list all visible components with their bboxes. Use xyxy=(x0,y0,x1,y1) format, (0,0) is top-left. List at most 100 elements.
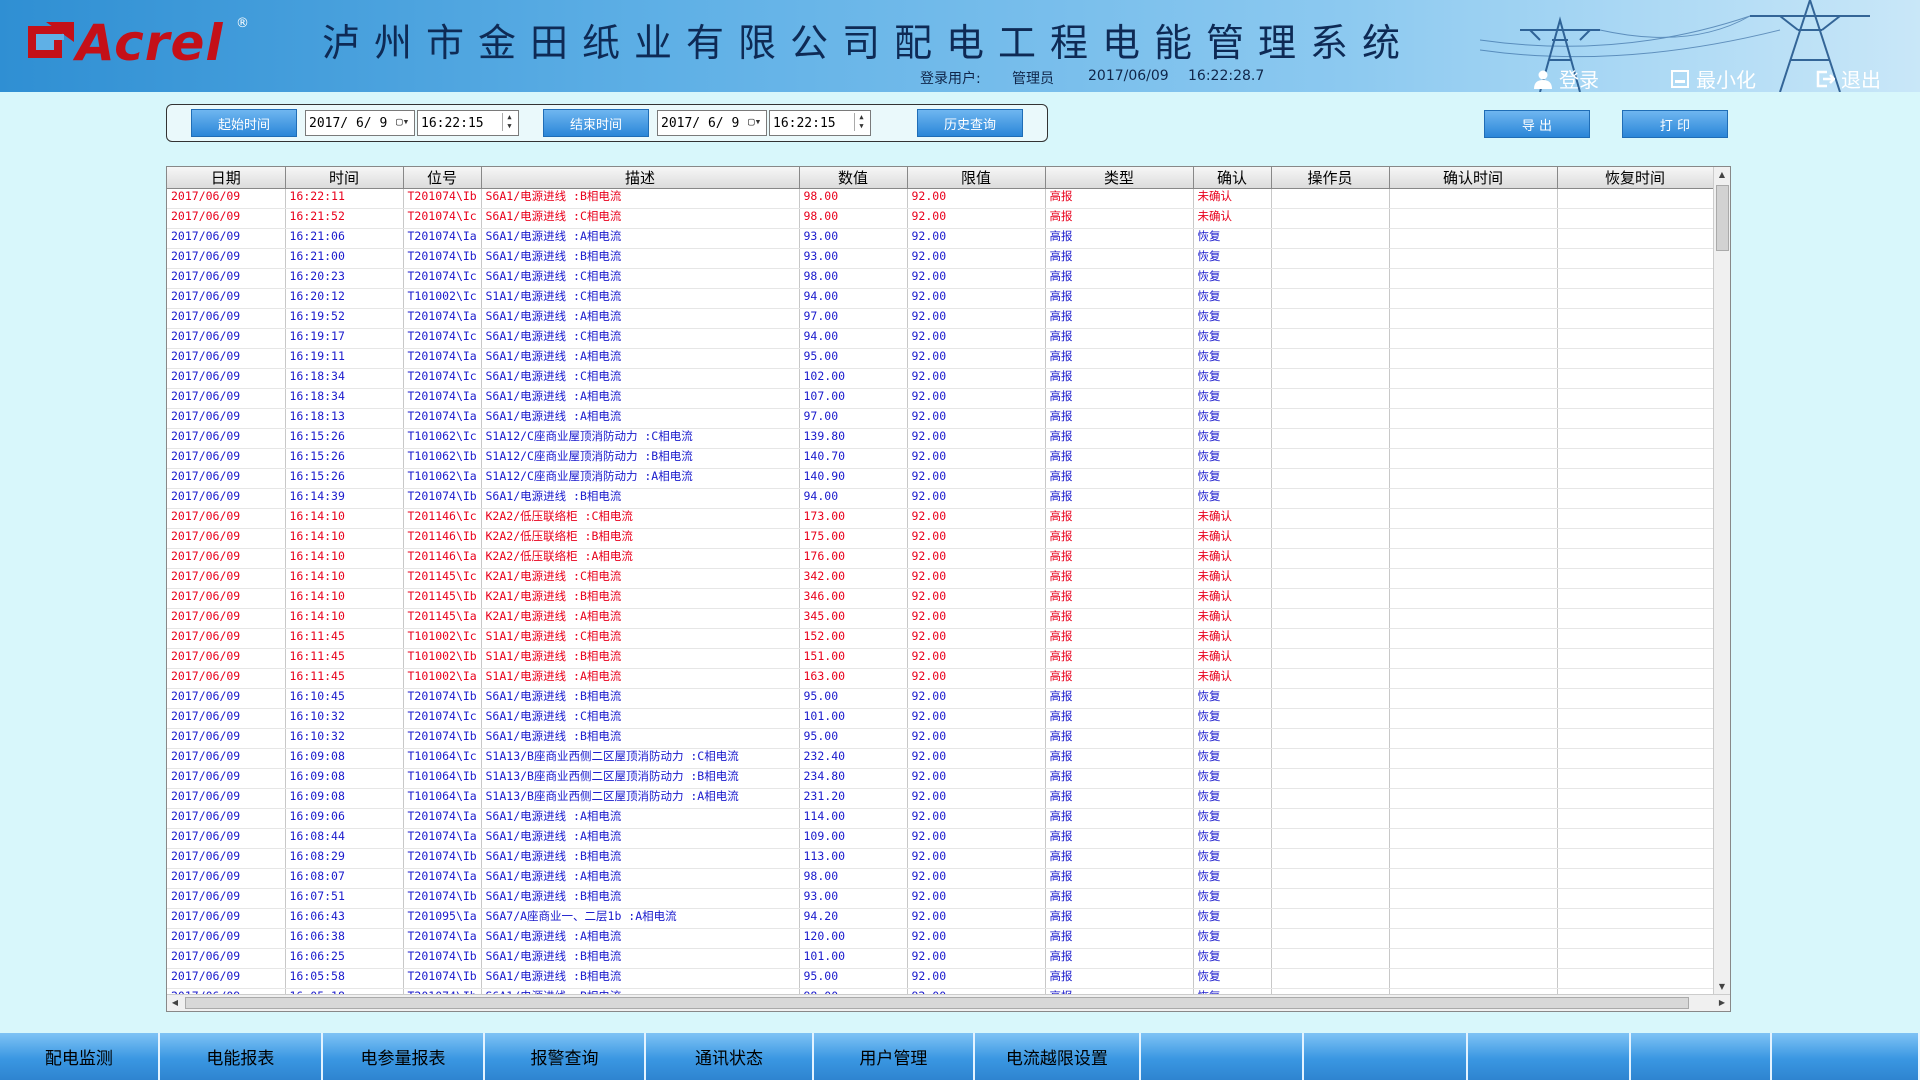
table-row[interactable]: 2017/06/09 16:14:10 T201146\Ib K2A2/低压联络柜 :… xyxy=(167,528,1714,549)
table-row[interactable]: 2017/06/09 16:06:43 T201095\Ia S6A7/A座商业一、二… xyxy=(167,908,1714,929)
table-row[interactable]: 2017/06/09 16:11:45 T101002\Ic S1A1/电源进线 :C… xyxy=(167,628,1714,649)
scroll-down-icon[interactable]: ▼ xyxy=(1714,979,1730,995)
table-row[interactable]: 2017/06/09 16:19:17 T201074\Ic S6A1/电源进线 :C… xyxy=(167,328,1714,349)
scroll-left-icon[interactable]: ◀ xyxy=(167,995,183,1011)
export-button[interactable]: 导 出 xyxy=(1484,110,1590,138)
table-row[interactable]: 2017/06/09 16:14:10 T201145\Ib K2A1/电源进线 :B… xyxy=(167,588,1714,609)
table-row[interactable]: 2017/06/09 16:20:12 T101002\Ic S1A1/电源进线 :C… xyxy=(167,288,1714,309)
start-time-button[interactable]: 起始时间 xyxy=(191,109,297,137)
column-header[interactable]: 时间 xyxy=(285,167,404,189)
table-row[interactable]: 2017/06/09 16:08:29 T201074\Ib S6A1/电源进线 :B… xyxy=(167,848,1714,869)
table-row[interactable]: 2017/06/09 16:10:32 T201074\Ib S6A1/电源进线 :B… xyxy=(167,728,1714,749)
table-row[interactable]: 2017/06/09 16:14:39 T201074\Ib S6A1/电源进线 :B… xyxy=(167,488,1714,509)
exit-button[interactable]: 退出 xyxy=(1815,64,1881,92)
table-row[interactable]: 2017/06/09 16:11:45 T101002\Ia S1A1/电源进线 :A… xyxy=(167,668,1714,689)
nav-item[interactable]: 电流越限设置 xyxy=(975,1033,1141,1080)
nav-item[interactable]: 电能报表 xyxy=(160,1033,324,1080)
column-header[interactable]: 恢复时间 xyxy=(1557,167,1714,189)
login-user-label: 登录用户: xyxy=(920,71,981,87)
table-row[interactable]: 2017/06/09 16:19:11 T201074\Ia S6A1/电源进线 :A… xyxy=(167,348,1714,369)
nav-item[interactable] xyxy=(1772,1033,1920,1080)
column-header[interactable]: 日期 xyxy=(167,167,286,189)
nav-item[interactable] xyxy=(1304,1033,1468,1080)
table-cell xyxy=(1389,368,1558,389)
table-cell: 2017/06/09 xyxy=(167,508,286,529)
nav-item[interactable]: 报警查询 xyxy=(485,1033,647,1080)
table-cell: S6A1/电源进线 :A相电流 xyxy=(481,228,800,249)
print-button[interactable]: 打 印 xyxy=(1622,110,1728,138)
nav-item[interactable]: 配电监测 xyxy=(0,1033,160,1080)
table-row[interactable]: 2017/06/09 16:21:52 T201074\Ic S6A1/电源进线 :C… xyxy=(167,208,1714,229)
nav-item[interactable]: 电参量报表 xyxy=(323,1033,485,1080)
table-row[interactable]: 2017/06/09 16:18:34 T201074\Ic S6A1/电源进线 :C… xyxy=(167,368,1714,389)
nav-item[interactable] xyxy=(1468,1033,1632,1080)
table-row[interactable]: 2017/06/09 16:08:44 T201074\Ia S6A1/电源进线 :A… xyxy=(167,828,1714,849)
table-row[interactable]: 2017/06/09 16:15:26 T101062\Ib S1A12/C座商业屋顶… xyxy=(167,448,1714,469)
nav-item[interactable] xyxy=(1631,1033,1772,1080)
table-row[interactable]: 2017/06/09 16:18:13 T201074\Ia S6A1/电源进线 :A… xyxy=(167,408,1714,429)
end-date-picker[interactable]: 2017/ 6/ 9 ▢▾ xyxy=(657,110,767,136)
column-header[interactable]: 位号 xyxy=(403,167,482,189)
scroll-up-icon[interactable]: ▲ xyxy=(1714,167,1730,183)
nav-item[interactable]: 通讯状态 xyxy=(646,1033,814,1080)
table-row[interactable]: 2017/06/09 16:09:08 T101064\Ib S1A13/B座商业西侧… xyxy=(167,768,1714,789)
table-cell: 98.00 xyxy=(799,868,908,889)
nav-item[interactable] xyxy=(1141,1033,1305,1080)
vertical-scroll-thumb[interactable] xyxy=(1716,185,1729,251)
table-row[interactable]: 2017/06/09 16:21:00 T201074\Ib S6A1/电源进线 :B… xyxy=(167,248,1714,269)
column-header[interactable]: 描述 xyxy=(481,167,800,189)
logo-registered-mark: ® xyxy=(236,16,249,31)
end-time-spinner[interactable]: 16:22:15 ▲ ▼ xyxy=(769,110,871,136)
table-row[interactable]: 2017/06/09 16:11:45 T101002\Ib S1A1/电源进线 :B… xyxy=(167,648,1714,669)
end-time-button[interactable]: 结束时间 xyxy=(543,109,649,137)
start-date-picker[interactable]: 2017/ 6/ 9 ▢▾ xyxy=(305,110,415,136)
table-row[interactable]: 2017/06/09 16:05:58 T201074\Ib S6A1/电源进线 :B… xyxy=(167,968,1714,989)
column-header[interactable]: 类型 xyxy=(1045,167,1194,189)
column-header[interactable]: 确认时间 xyxy=(1389,167,1558,189)
alarm-table-container[interactable]: 日期 时间 位号 描述 数值 限值 类型 确认 操作员 确认时间 恢复时间 2017/06/09 16… xyxy=(166,166,1731,1012)
table-cell: 恢复 xyxy=(1193,468,1272,489)
column-header[interactable]: 数值 xyxy=(799,167,908,189)
table-row[interactable]: 2017/06/09 16:14:10 T201145\Ic K2A1/电源进线 :C… xyxy=(167,568,1714,589)
spinner-arrows-icon[interactable]: ▲ ▼ xyxy=(854,113,868,131)
table-cell xyxy=(1271,248,1390,269)
column-header[interactable]: 操作员 xyxy=(1271,167,1390,189)
table-cell: 恢复 xyxy=(1193,828,1272,849)
table-row[interactable]: 2017/06/09 16:08:07 T201074\Ia S6A1/电源进线 :A… xyxy=(167,868,1714,889)
minimize-button[interactable]: 最小化 xyxy=(1670,64,1756,92)
table-row[interactable]: 2017/06/09 16:15:26 T101062\Ic S1A12/C座商业屋顶… xyxy=(167,428,1714,449)
table-cell: 未确认 xyxy=(1193,208,1272,229)
table-row[interactable]: 2017/06/09 16:07:51 T201074\Ib S6A1/电源进线 :B… xyxy=(167,888,1714,909)
login-button[interactable]: 登录 xyxy=(1533,64,1599,92)
table-row[interactable]: 2017/06/09 16:09:08 T101064\Ia S1A13/B座商业西侧… xyxy=(167,788,1714,809)
table-row[interactable]: 2017/06/09 16:14:10 T201145\Ia K2A1/电源进线 :A… xyxy=(167,608,1714,629)
nav-item[interactable]: 用户管理 xyxy=(814,1033,976,1080)
start-time-spinner[interactable]: 16:22:15 ▲ ▼ xyxy=(417,110,519,136)
horizontal-scroll-thumb[interactable] xyxy=(185,997,1689,1009)
table-cell xyxy=(1389,648,1558,669)
horizontal-scrollbar[interactable]: ◀ ▶ xyxy=(167,994,1730,1011)
spinner-arrows-icon[interactable]: ▲ ▼ xyxy=(502,113,516,131)
table-row[interactable]: 2017/06/09 16:10:45 T201074\Ib S6A1/电源进线 :B… xyxy=(167,688,1714,709)
table-row[interactable]: 2017/06/09 16:06:38 T201074\Ia S6A1/电源进线 :A… xyxy=(167,928,1714,949)
table-cell: 恢复 xyxy=(1193,748,1272,769)
history-query-button[interactable]: 历史查询 xyxy=(917,109,1023,137)
table-cell xyxy=(1389,868,1558,889)
table-row[interactable]: 2017/06/09 16:15:26 T101062\Ia S1A12/C座商业屋顶… xyxy=(167,468,1714,489)
table-cell xyxy=(1389,828,1558,849)
table-row[interactable]: 2017/06/09 16:09:06 T201074\Ia S6A1/电源进线 :A… xyxy=(167,808,1714,829)
table-row[interactable]: 2017/06/09 16:14:10 T201146\Ia K2A2/低压联络柜 :… xyxy=(167,548,1714,569)
column-header[interactable]: 确认 xyxy=(1193,167,1272,189)
table-row[interactable]: 2017/06/09 16:18:34 T201074\Ia S6A1/电源进线 :A… xyxy=(167,388,1714,409)
column-header[interactable]: 限值 xyxy=(907,167,1046,189)
table-row[interactable]: 2017/06/09 16:22:11 T201074\Ib S6A1/电源进线 :B… xyxy=(167,188,1714,209)
scroll-right-icon[interactable]: ▶ xyxy=(1714,995,1730,1011)
table-row[interactable]: 2017/06/09 16:21:06 T201074\Ia S6A1/电源进线 :A… xyxy=(167,228,1714,249)
vertical-scrollbar[interactable]: ▲ ▼ xyxy=(1713,167,1730,995)
table-row[interactable]: 2017/06/09 16:20:23 T201074\Ic S6A1/电源进线 :C… xyxy=(167,268,1714,289)
table-row[interactable]: 2017/06/09 16:10:32 T201074\Ic S6A1/电源进线 :C… xyxy=(167,708,1714,729)
table-row[interactable]: 2017/06/09 16:19:52 T201074\Ia S6A1/电源进线 :A… xyxy=(167,308,1714,329)
table-row[interactable]: 2017/06/09 16:06:25 T201074\Ib S6A1/电源进线 :B… xyxy=(167,948,1714,969)
table-row[interactable]: 2017/06/09 16:14:10 T201146\Ic K2A2/低压联络柜 :… xyxy=(167,508,1714,529)
table-row[interactable]: 2017/06/09 16:09:08 T101064\Ic S1A13/B座商业西侧… xyxy=(167,748,1714,769)
